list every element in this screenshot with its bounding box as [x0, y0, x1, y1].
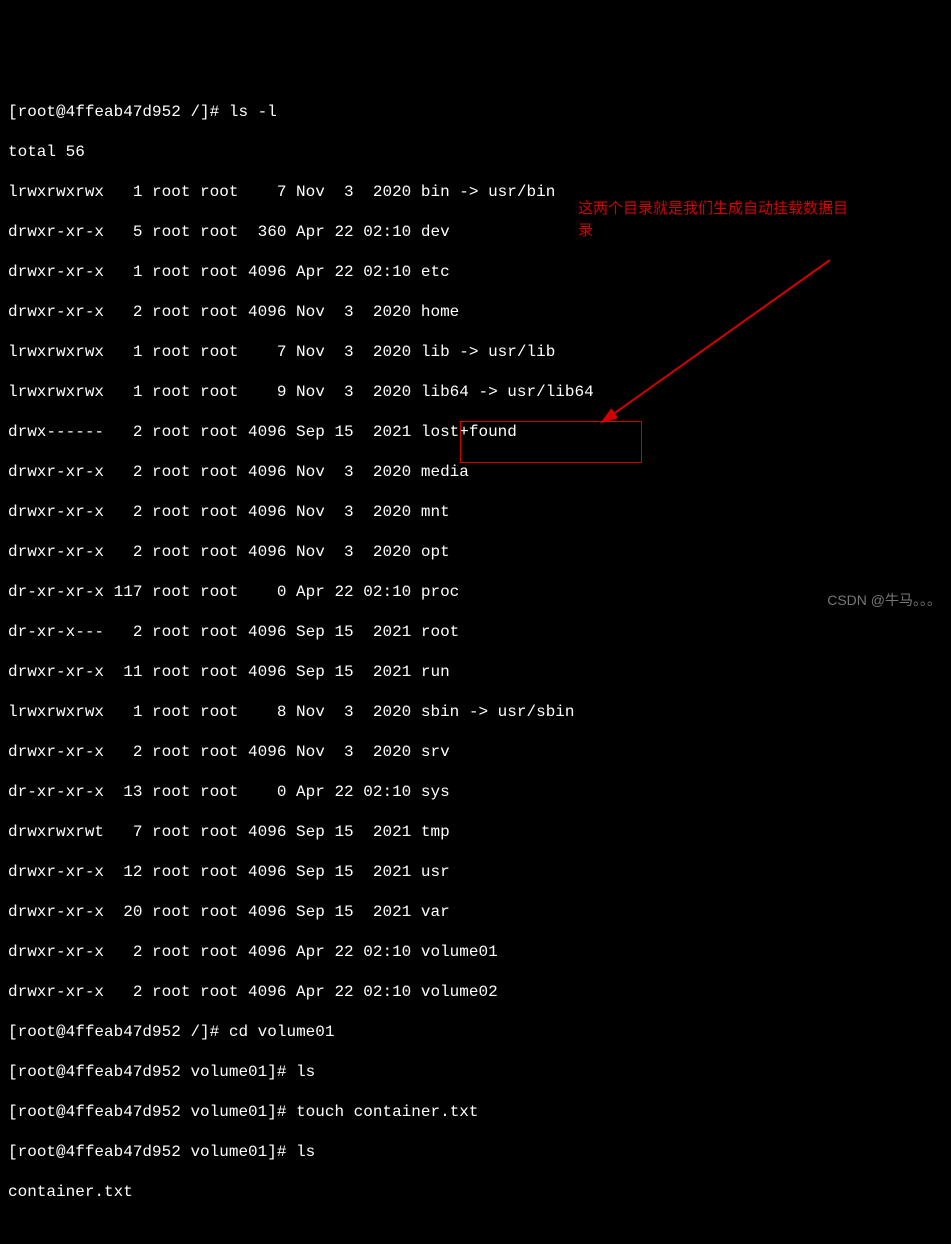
prompt-host: root@4ffeab47d952 volume01: [18, 1143, 268, 1161]
listing-row: lrwxrwxrwx 1 root root 7 Nov 3 2020 lib …: [8, 342, 943, 362]
listing-row: drwxr-xr-x 2 root root 4096 Nov 3 2020 m…: [8, 462, 943, 482]
listing-row: lrwxrwxrwx 1 root root 9 Nov 3 2020 lib6…: [8, 382, 943, 402]
listing-row: drwxr-xr-x 11 root root 4096 Sep 15 2021…: [8, 662, 943, 682]
ls-output: container.txt: [8, 1182, 943, 1202]
listing-row: drwxr-xr-x 2 root root 4096 Nov 3 2020 s…: [8, 742, 943, 762]
command: touch container.txt: [296, 1103, 478, 1121]
bracket-open: [: [8, 1103, 18, 1121]
bracket-open: [: [8, 1063, 18, 1081]
bracket-close: ]#: [200, 1023, 229, 1041]
bracket-open: [: [8, 1143, 18, 1161]
listing-row: drwxr-xr-x 12 root root 4096 Sep 15 2021…: [8, 862, 943, 882]
bracket-close: ]#: [267, 1143, 296, 1161]
annotation-text: 这两个目录就是我们生成自动挂载数据目 录: [578, 198, 898, 242]
bracket-close: ]#: [267, 1103, 296, 1121]
total-line: total 56: [8, 142, 943, 162]
listing-row: drwxr-xr-x 2 root root 4096 Nov 3 2020 m…: [8, 502, 943, 522]
prompt-host: root@4ffeab47d952 /: [18, 103, 200, 121]
prompt-line-2[interactable]: [root@4ffeab47d952 /]# cd volume01: [8, 1022, 943, 1042]
terminal[interactable]: [root@4ffeab47d952 /]# ls -l total 56 lr…: [0, 80, 951, 1224]
prompt-host: root@4ffeab47d952 volume01: [18, 1103, 268, 1121]
prompt-host: root@4ffeab47d952 volume01: [18, 1063, 268, 1081]
listing-row: drwxr-xr-x 1 root root 4096 Apr 22 02:10…: [8, 262, 943, 282]
prompt-line-4[interactable]: [root@4ffeab47d952 volume01]# touch cont…: [8, 1102, 943, 1122]
listing-row-volume: drwxr-xr-x 2 root root 4096 Apr 22 02:10…: [8, 982, 943, 1002]
listing-row: drwxr-xr-x 20 root root 4096 Sep 15 2021…: [8, 902, 943, 922]
listing-row: dr-xr-xr-x 117 root root 0 Apr 22 02:10 …: [8, 582, 943, 602]
command: ls -l: [229, 103, 277, 121]
listing-row: drwx------ 2 root root 4096 Sep 15 2021 …: [8, 422, 943, 442]
volume-name: volume02: [421, 983, 498, 1001]
listing-row: dr-xr-x--- 2 root root 4096 Sep 15 2021 …: [8, 622, 943, 642]
listing-row-volume: drwxr-xr-x 2 root root 4096 Apr 22 02:10…: [8, 942, 943, 962]
listing-row: lrwxrwxrwx 1 root root 8 Nov 3 2020 sbin…: [8, 702, 943, 722]
annotation-line-2: 录: [578, 220, 898, 242]
bracket-open: [: [8, 103, 18, 121]
bracket-open: [: [8, 1023, 18, 1041]
prompt-host: root@4ffeab47d952 /: [18, 1023, 200, 1041]
listing-row: drwxrwxrwt 7 root root 4096 Sep 15 2021 …: [8, 822, 943, 842]
listing-row: drwxr-xr-x 2 root root 4096 Nov 3 2020 o…: [8, 542, 943, 562]
listing-prefix: drwxr-xr-x 2 root root 4096 Apr 22 02:10: [8, 983, 421, 1001]
watermark: CSDN @牛马。。。: [827, 590, 941, 610]
command: ls: [296, 1143, 315, 1161]
listing-row: dr-xr-xr-x 13 root root 0 Apr 22 02:10 s…: [8, 782, 943, 802]
bracket-close: ]#: [200, 103, 229, 121]
command: cd volume01: [229, 1023, 335, 1041]
listing-prefix: drwxr-xr-x 2 root root 4096 Apr 22 02:10: [8, 943, 421, 961]
prompt-line-3[interactable]: [root@4ffeab47d952 volume01]# ls: [8, 1062, 943, 1082]
command: ls: [296, 1063, 315, 1081]
prompt-line-1[interactable]: [root@4ffeab47d952 /]# ls -l: [8, 102, 943, 122]
listing-row: drwxr-xr-x 2 root root 4096 Nov 3 2020 h…: [8, 302, 943, 322]
prompt-line-5[interactable]: [root@4ffeab47d952 volume01]# ls: [8, 1142, 943, 1162]
annotation-line-1: 这两个目录就是我们生成自动挂载数据目: [578, 198, 898, 220]
volume-name: volume01: [421, 943, 498, 961]
bracket-close: ]#: [267, 1063, 296, 1081]
